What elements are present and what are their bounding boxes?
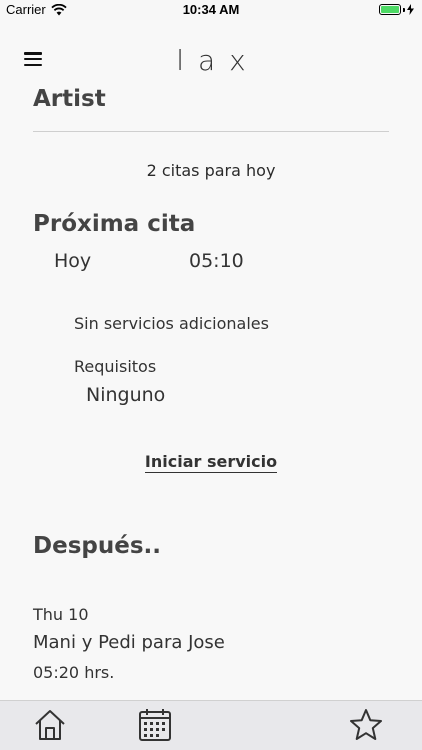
calendar-icon xyxy=(139,709,171,741)
divider xyxy=(33,131,389,132)
later-title: Después.. xyxy=(33,533,161,559)
status-bar: Carrier 10:34 AM xyxy=(0,0,422,20)
appointments-today: 2 citas para hoy xyxy=(146,161,276,180)
appointment-time: 05:10 xyxy=(189,250,244,272)
appointment-day: Hoy xyxy=(54,250,92,272)
tab-bar xyxy=(0,700,422,750)
battery-icon xyxy=(379,4,414,15)
later-item-description: Mani y Pedi para Jose xyxy=(33,632,225,653)
later-item-date: Thu 10 xyxy=(33,605,89,624)
requirements-label: Requisitos xyxy=(74,357,157,376)
status-time: 10:34 AM xyxy=(182,2,240,17)
favorites-tab[interactable] xyxy=(348,707,384,743)
start-service-button[interactable]: Iniciar servicio xyxy=(144,452,278,473)
requirements-value: Ninguno xyxy=(86,384,166,406)
calendar-tab[interactable] xyxy=(137,707,173,743)
next-appointment-title: Próxima cita xyxy=(33,211,196,237)
artist-title: Artist xyxy=(33,86,106,112)
app-logo: lax xyxy=(176,44,260,77)
home-icon xyxy=(35,710,65,740)
nav-bar: lax xyxy=(0,20,422,88)
additional-services: Sin servicios adicionales xyxy=(74,314,269,333)
start-service-link-wrap: Iniciar servicio xyxy=(0,452,422,473)
home-tab[interactable] xyxy=(32,707,68,743)
later-item-time: 05:20 hrs. xyxy=(33,663,115,682)
charging-icon xyxy=(407,4,414,15)
star-icon xyxy=(350,709,382,740)
